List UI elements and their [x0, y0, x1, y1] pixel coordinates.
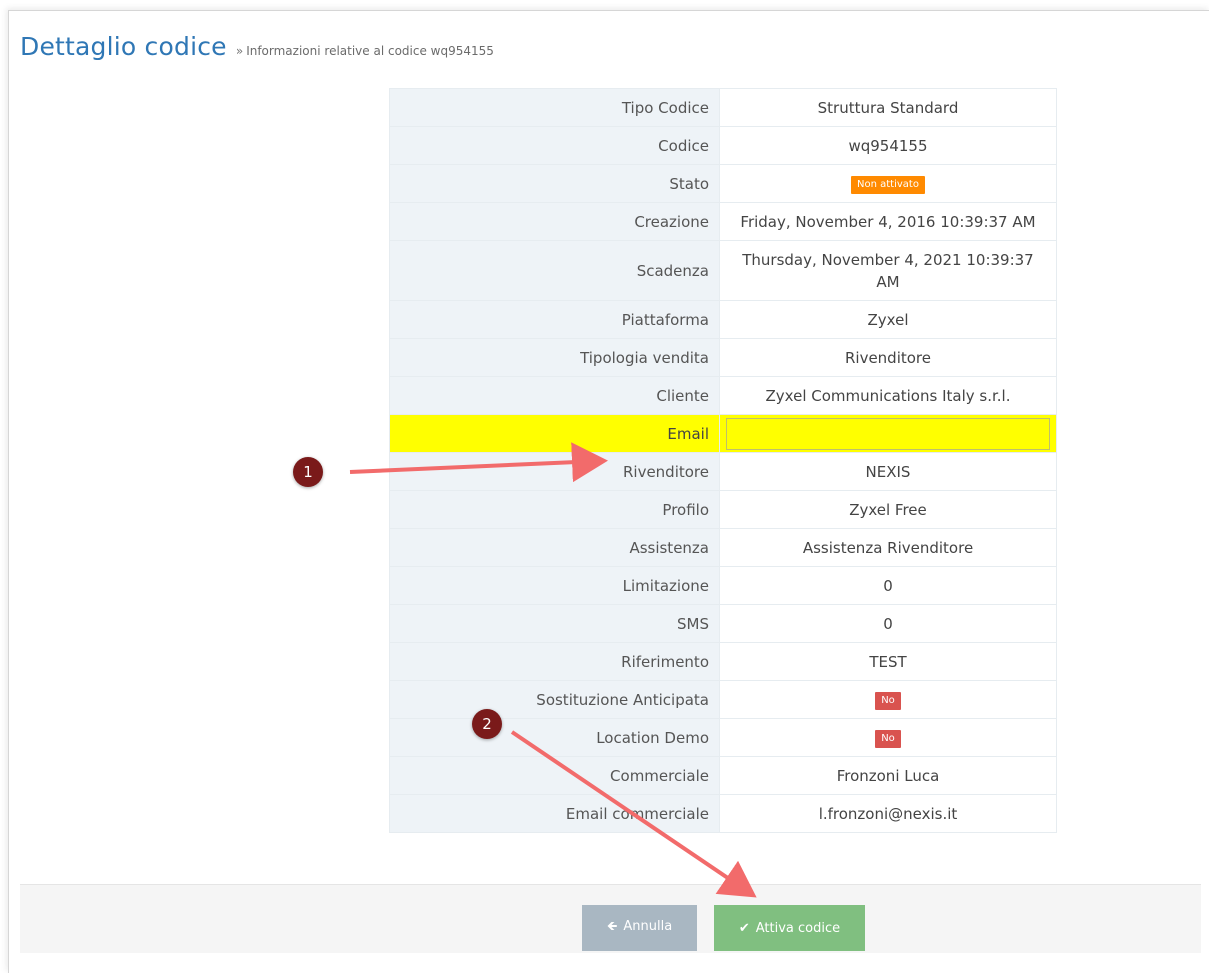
detail-value: wq954155 — [719, 126, 1057, 165]
detail-label: Email commerciale — [389, 794, 720, 833]
detail-label: Tipo Codice — [389, 88, 720, 127]
detail-label: Creazione — [389, 202, 720, 241]
page-subtitle-text: Informazioni relative al codice wq954155 — [246, 44, 494, 58]
detail-row-sms: SMS 0 — [389, 604, 1057, 643]
detail-row-stato: Stato Non attivato — [389, 164, 1057, 203]
detail-value-cell: No — [719, 680, 1057, 719]
detail-value: Struttura Standard — [719, 88, 1057, 127]
detail-label: Profilo — [389, 490, 720, 529]
annotation-step-1-marker: 1 — [293, 457, 323, 487]
detail-row-email: Email — [389, 414, 1057, 453]
detail-value: Zyxel Free — [719, 490, 1057, 529]
annotation-step-2-marker: 2 — [472, 709, 502, 739]
detail-label: Limitazione — [389, 566, 720, 605]
detail-value: NEXIS — [719, 452, 1057, 491]
detail-label: Piattaforma — [389, 300, 720, 339]
detail-row-tipo-codice: Tipo Codice Struttura Standard — [389, 88, 1057, 127]
breadcrumb-separator: » — [235, 44, 244, 58]
detail-label: Rivenditore — [389, 452, 720, 491]
cancel-button[interactable]: 🡸 Annulla — [582, 905, 697, 951]
status-badge: Non attivato — [851, 176, 925, 194]
detail-label: Sostituzione Anticipata — [389, 680, 720, 719]
detail-value: 0 — [719, 566, 1057, 605]
detail-value: 0 — [719, 604, 1057, 643]
detail-row-creazione: Creazione Friday, November 4, 2016 10:39… — [389, 202, 1057, 241]
arrow-left-icon: 🡸 — [606, 919, 618, 934]
detail-row-riferimento: Riferimento TEST — [389, 642, 1057, 681]
detail-label: Stato — [389, 164, 720, 203]
detail-label: Cliente — [389, 376, 720, 415]
detail-row-rivenditore: Rivenditore NEXIS — [389, 452, 1057, 491]
boolean-badge: No — [875, 730, 901, 748]
detail-row-email-commerciale: Email commerciale l.fronzoni@nexis.it — [389, 794, 1057, 833]
detail-label: Tipologia vendita — [389, 338, 720, 377]
detail-row-cliente: Cliente Zyxel Communications Italy s.r.l… — [389, 376, 1057, 415]
boolean-badge: No — [875, 692, 901, 710]
activate-code-button-label: Attiva codice — [755, 920, 841, 936]
detail-value: Thursday, November 4, 2021 10:39:37 AM — [719, 240, 1057, 301]
detail-value: Fronzoni Luca — [719, 756, 1057, 795]
detail-label: SMS — [389, 604, 720, 643]
detail-label: Commerciale — [389, 756, 720, 795]
detail-row-commerciale: Commerciale Fronzoni Luca — [389, 756, 1057, 795]
detail-value: Zyxel — [719, 300, 1057, 339]
detail-row-profilo: Profilo Zyxel Free — [389, 490, 1057, 529]
detail-value-cell: No — [719, 718, 1057, 757]
detail-label: Riferimento — [389, 642, 720, 681]
cancel-button-label: Annulla — [623, 919, 673, 934]
page-title: Dettaglio codice — [20, 32, 227, 61]
detail-row-tipologia-vendita: Tipologia vendita Rivenditore — [389, 338, 1057, 377]
detail-row-assistenza: Assistenza Assistenza Rivenditore — [389, 528, 1057, 567]
detail-label: Scadenza — [389, 240, 720, 301]
detail-value: l.fronzoni@nexis.it — [719, 794, 1057, 833]
email-input-cell — [719, 414, 1057, 453]
detail-row-limitazione: Limitazione 0 — [389, 566, 1057, 605]
detail-value: Rivenditore — [719, 338, 1057, 377]
detail-row-piattaforma: Piattaforma Zyxel — [389, 300, 1057, 339]
detail-label: Assistenza — [389, 528, 720, 567]
detail-value: TEST — [719, 642, 1057, 681]
detail-row-codice: Codice wq954155 — [389, 126, 1057, 165]
activate-code-button[interactable]: ✔ Attiva codice — [714, 905, 865, 951]
detail-row-scadenza: Scadenza Thursday, November 4, 2021 10:3… — [389, 240, 1057, 301]
detail-value: Zyxel Communications Italy s.r.l. — [719, 376, 1057, 415]
detail-value: Assistenza Rivenditore — [719, 528, 1057, 567]
page-subtitle: » Informazioni relative al codice wq95415… — [236, 44, 494, 58]
detail-value-cell: Non attivato — [719, 164, 1057, 203]
detail-value: Friday, November 4, 2016 10:39:37 AM — [719, 202, 1057, 241]
page-header: Dettaglio codice » Informazioni relative … — [20, 32, 494, 61]
detail-label: Codice — [389, 126, 720, 165]
email-input[interactable] — [726, 417, 1050, 450]
detail-label: Location Demo — [389, 718, 720, 757]
email-label: Email — [389, 414, 720, 453]
checkmark-icon: ✔ — [738, 920, 750, 936]
